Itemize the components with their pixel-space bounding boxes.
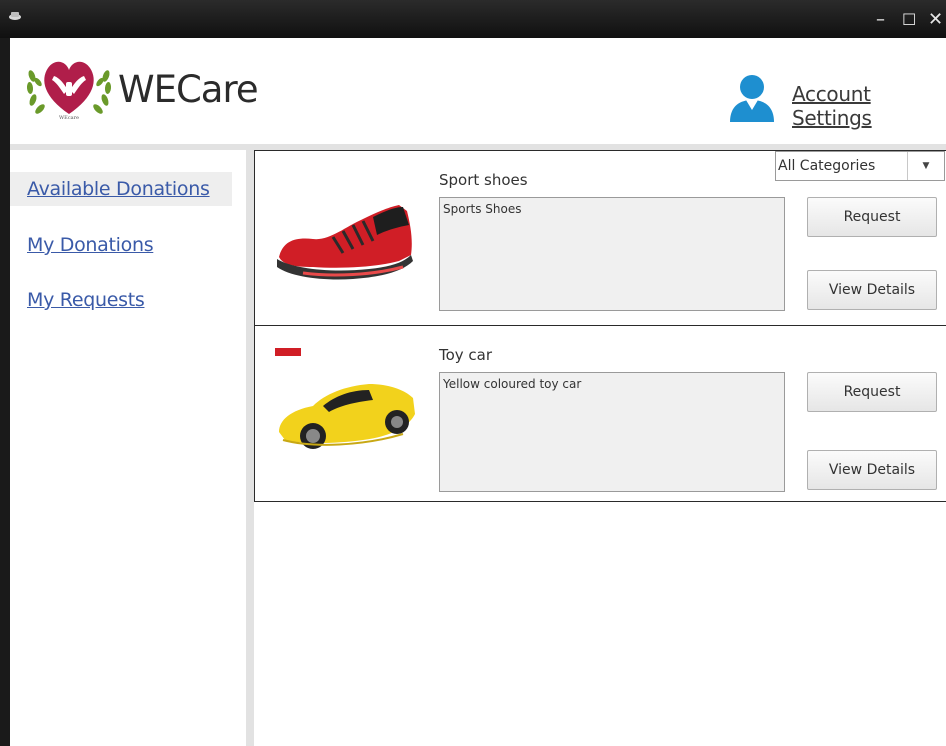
sidebar-item-my-donations[interactable]: My Donations: [10, 228, 232, 262]
view-details-button[interactable]: View Details: [807, 450, 937, 490]
sidebar-item-available-donations[interactable]: Available Donations: [10, 172, 232, 206]
brand-title: WECare: [118, 68, 259, 111]
sport-shoe-image: [277, 205, 413, 280]
request-button[interactable]: Request: [807, 197, 937, 237]
sidebar: Available Donations My Donations My Requ…: [10, 150, 246, 746]
app-header: WEcare WECare Account Settings: [10, 38, 946, 144]
title-bar[interactable]: – ☐ ✕: [0, 0, 946, 38]
logo-small-text: WEcare: [59, 115, 79, 121]
request-button[interactable]: Request: [807, 372, 937, 412]
chevron-down-icon[interactable]: ▼: [907, 152, 944, 180]
app-icon: [9, 12, 21, 20]
donation-description: Yellow coloured toy car: [439, 372, 785, 492]
toy-car-image: [279, 384, 415, 449]
maximize-button[interactable]: ☐: [902, 10, 916, 30]
brand-label-icon: [275, 348, 301, 356]
donation-title: Sport shoes: [439, 171, 528, 189]
sidebar-item-my-requests[interactable]: My Requests: [10, 283, 232, 317]
user-icon[interactable]: [728, 72, 776, 122]
donation-description: Sports Shoes: [439, 197, 785, 311]
category-filter-select[interactable]: All Categories ▼: [775, 151, 945, 181]
app-window: – ☐ ✕ WEcare WECare Account Settings Ava…: [0, 0, 946, 746]
category-filter-value: All Categories: [778, 158, 876, 174]
account-settings-link[interactable]: Account Settings: [792, 82, 946, 130]
sidebar-divider: [246, 150, 254, 746]
window-border: [0, 38, 10, 746]
donation-list: Sport shoes Sports Shoes All Categories …: [254, 150, 946, 746]
close-button[interactable]: ✕: [928, 10, 943, 30]
donation-card: Sport shoes Sports Shoes All Categories …: [254, 150, 946, 327]
view-details-button[interactable]: View Details: [807, 270, 937, 310]
wecare-logo-icon: WEcare: [26, 61, 112, 121]
donation-title: Toy car: [439, 346, 493, 364]
donation-card: Toy car Yellow coloured toy car Request …: [254, 325, 946, 502]
minimize-button[interactable]: –: [876, 10, 885, 30]
